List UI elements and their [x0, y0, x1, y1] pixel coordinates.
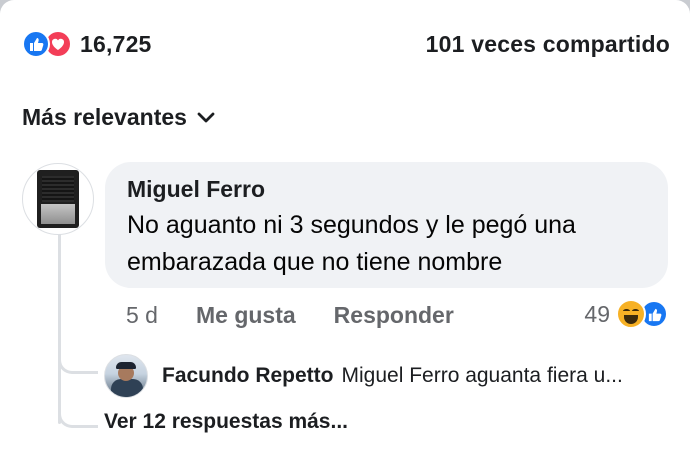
panel-top-edge: [0, 0, 690, 14]
view-more-replies-link[interactable]: Ver 12 respuestas más...: [104, 410, 348, 434]
comment-sort-dropdown[interactable]: Más relevantes: [22, 104, 215, 131]
share-count[interactable]: 101 veces compartido: [426, 31, 670, 58]
reply-avatar[interactable]: [104, 354, 148, 398]
comment-reaction-count: 49: [584, 300, 610, 327]
panel-corner-right: [672, 0, 690, 14]
comment-text: No aguanto ni 3 segundos y le pegó una e…: [127, 211, 576, 276]
thread-branch-reply: [58, 356, 98, 374]
comment-actions: 5 d Me gusta Responder: [126, 300, 454, 330]
like-icon: [22, 30, 50, 58]
post-stats-bar: 16,725 101 veces compartido: [22, 28, 670, 60]
reply-author[interactable]: Facundo Repetto: [162, 364, 334, 388]
thread-line: [58, 224, 61, 424]
thread-branch-more: [58, 410, 98, 428]
reactions-summary[interactable]: 16,725: [22, 30, 152, 58]
chevron-down-icon: [197, 112, 215, 122]
reply-snippet: Miguel Ferro aguanta fiera u...: [341, 364, 623, 387]
comment-bubble[interactable]: Miguel Ferro No aguanto ni 3 segundos y …: [105, 162, 668, 288]
panel-corner-left: [0, 0, 18, 14]
heater-image: [37, 170, 79, 228]
haha-icon: [616, 299, 646, 329]
reaction-count: 16,725: [80, 30, 152, 57]
sort-label: Más relevantes: [22, 104, 187, 130]
reply-preview[interactable]: Facundo Repetto Miguel Ferro aguanta fie…: [104, 354, 623, 398]
reply-button[interactable]: Responder: [334, 302, 454, 329]
comment-reactions[interactable]: 49: [584, 298, 668, 330]
like-button[interactable]: Me gusta: [196, 302, 296, 329]
avatar[interactable]: [22, 163, 94, 235]
comment-timestamp[interactable]: 5 d: [126, 302, 158, 329]
comment-author[interactable]: Miguel Ferro: [127, 176, 646, 203]
